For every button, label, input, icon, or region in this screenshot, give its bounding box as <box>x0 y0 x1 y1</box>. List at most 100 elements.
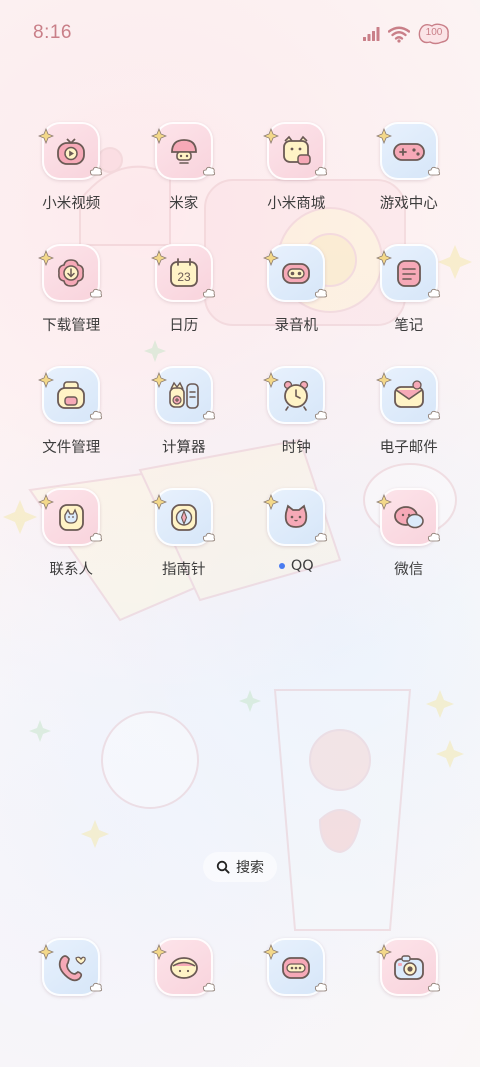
calculator-icon <box>164 375 204 415</box>
app-download-manager[interactable]: 下载管理 <box>15 240 128 362</box>
star-decoration-icon <box>38 372 55 388</box>
star-decoration-icon <box>150 494 167 510</box>
app-icon[interactable] <box>150 938 215 996</box>
wechat-icon <box>389 497 429 537</box>
star-decoration-icon <box>375 250 392 266</box>
app-notes[interactable]: 笔记 <box>353 240 466 362</box>
download-icon <box>51 253 91 293</box>
lamp-icon <box>164 131 204 171</box>
app-qq[interactable]: QQ <box>240 484 353 606</box>
app-calendar[interactable]: 23 日历 <box>128 240 241 362</box>
status-time: 8:16 <box>33 22 72 43</box>
app-icon[interactable] <box>263 488 328 546</box>
search-button[interactable]: 搜索 <box>203 852 277 882</box>
app-recorder[interactable]: 录音机 <box>240 240 353 362</box>
star-decoration-icon <box>38 250 55 266</box>
app-icon[interactable] <box>38 122 103 180</box>
app-label: 下载管理 <box>42 318 101 334</box>
app-compass[interactable]: 指南针 <box>128 484 241 606</box>
app-icon[interactable]: 23 <box>150 244 215 302</box>
folder-icon <box>51 375 91 415</box>
app-label: 米家 <box>169 196 199 212</box>
app-icon[interactable] <box>263 366 328 424</box>
app-icon[interactable] <box>38 366 103 424</box>
gamepad-icon <box>389 131 429 171</box>
app-xiaomi-mall[interactable]: 小米商城 <box>240 118 353 240</box>
app-game-center[interactable]: 游戏中心 <box>353 118 466 240</box>
cloud-decoration-icon <box>202 982 215 992</box>
calendar-date: 23 <box>177 270 191 284</box>
wifi-icon <box>388 26 410 43</box>
app-icon[interactable] <box>375 488 440 546</box>
app-icon[interactable] <box>38 488 103 546</box>
app-wechat[interactable]: 微信 <box>353 484 466 606</box>
video-play-icon <box>51 131 91 171</box>
app-label: 计算器 <box>162 440 206 456</box>
app-label: 日历 <box>169 318 199 334</box>
messages-icon <box>164 947 204 987</box>
app-icon[interactable] <box>263 938 328 996</box>
search-icon <box>216 860 230 874</box>
star-decoration-icon <box>263 372 280 388</box>
app-icon[interactable] <box>263 244 328 302</box>
star-decoration-icon <box>38 128 55 144</box>
cloud-decoration-icon <box>427 410 440 420</box>
app-icon[interactable] <box>375 938 440 996</box>
mail-icon <box>389 375 429 415</box>
star-decoration-icon <box>38 494 55 510</box>
dock-app-messages[interactable] <box>128 934 241 1004</box>
browser-icon <box>276 947 316 987</box>
cloud-decoration-icon <box>90 982 103 992</box>
star-decoration-icon <box>375 372 392 388</box>
cloud-decoration-icon <box>315 982 328 992</box>
app-label: 小米视频 <box>42 196 101 212</box>
app-file-manager[interactable]: 文件管理 <box>15 362 128 484</box>
recorder-icon <box>276 253 316 293</box>
app-clock[interactable]: 时钟 <box>240 362 353 484</box>
app-xiaomi-video[interactable]: 小米视频 <box>15 118 128 240</box>
qq-icon <box>276 497 316 537</box>
app-icon[interactable] <box>150 488 215 546</box>
app-icon[interactable] <box>38 244 103 302</box>
cloud-decoration-icon <box>202 166 215 176</box>
star-decoration-icon <box>263 128 280 144</box>
app-contacts[interactable]: 联系人 <box>15 484 128 606</box>
cloud-decoration-icon <box>427 532 440 542</box>
camera-icon <box>389 947 429 987</box>
notes-icon <box>389 253 429 293</box>
star-decoration-icon <box>150 944 167 960</box>
cloud-decoration-icon <box>315 532 328 542</box>
app-mijia[interactable]: 米家 <box>128 118 241 240</box>
cloud-decoration-icon <box>315 410 328 420</box>
app-label: 文件管理 <box>42 440 101 456</box>
dock-app-camera[interactable] <box>353 934 466 1004</box>
cloud-decoration-icon <box>315 288 328 298</box>
app-icon[interactable] <box>150 366 215 424</box>
notification-dot <box>278 563 285 569</box>
app-label: 游戏中心 <box>379 196 438 212</box>
app-email[interactable]: 电子邮件 <box>353 362 466 484</box>
app-icon[interactable] <box>150 122 215 180</box>
app-label: 录音机 <box>274 318 319 334</box>
cloud-decoration-icon <box>90 410 103 420</box>
app-label: 指南针 <box>162 562 206 578</box>
star-decoration-icon <box>375 494 392 510</box>
phone-icon <box>51 947 91 987</box>
app-icon[interactable] <box>375 366 440 424</box>
star-decoration-icon <box>150 128 167 144</box>
shopping-bag-icon <box>276 131 316 171</box>
app-calculator[interactable]: 计算器 <box>128 362 241 484</box>
app-icon[interactable] <box>38 938 103 996</box>
signal-icon <box>363 27 380 41</box>
dock-app-phone[interactable] <box>15 934 128 1004</box>
cloud-decoration-icon <box>90 288 103 298</box>
cloud-decoration-icon <box>427 288 440 298</box>
dock-app-browser[interactable] <box>240 934 353 1004</box>
app-icon[interactable] <box>375 122 440 180</box>
dock <box>15 934 465 1004</box>
app-label: QQ <box>290 558 314 574</box>
star-decoration-icon <box>375 944 392 960</box>
app-icon[interactable] <box>375 244 440 302</box>
search-label: 搜索 <box>236 860 264 876</box>
app-icon[interactable] <box>263 122 328 180</box>
